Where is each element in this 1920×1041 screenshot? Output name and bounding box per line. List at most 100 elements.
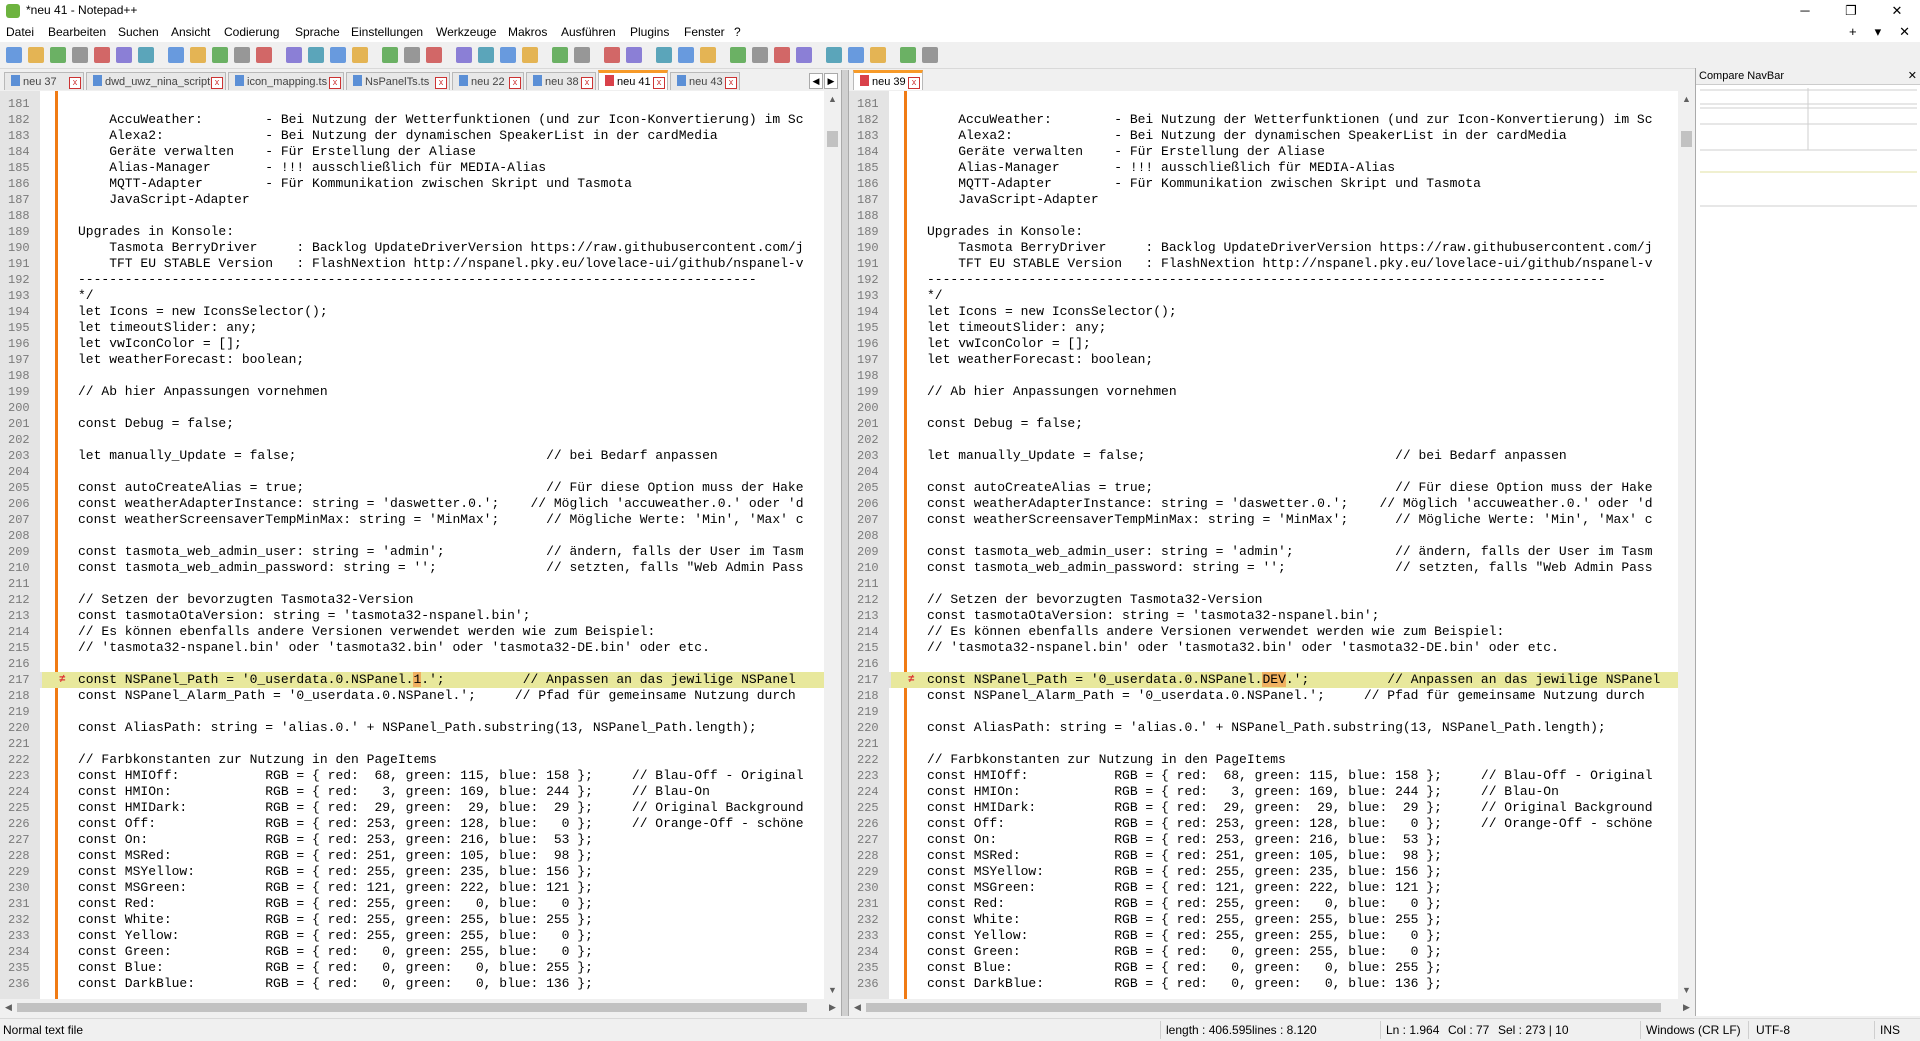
- scroll-down-icon[interactable]: ▼: [1678, 982, 1695, 999]
- code-line[interactable]: 219: [0, 704, 824, 720]
- left-vertical-scrollbar[interactable]: ▲ ▼: [824, 91, 841, 999]
- code-line[interactable]: 184 Geräte verwalten - Für Erstellung de…: [0, 144, 824, 160]
- tab-close-icon[interactable]: x: [509, 77, 521, 89]
- close-tab-button[interactable]: ✕: [1899, 24, 1910, 40]
- scroll-up-icon[interactable]: ▲: [824, 91, 841, 108]
- scroll-thumb[interactable]: [17, 1003, 807, 1012]
- code-line[interactable]: 216: [849, 656, 1678, 672]
- code-line[interactable]: 210 const tasmota_web_admin_password: str…: [849, 560, 1678, 576]
- status-eol[interactable]: Windows (CR LF): [1646, 1023, 1741, 1037]
- code-line[interactable]: 200: [0, 400, 824, 416]
- code-line[interactable]: 208: [0, 528, 824, 544]
- menu-sprache[interactable]: Sprache: [295, 25, 340, 39]
- compare-navbar-close-icon[interactable]: ✕: [1908, 68, 1917, 84]
- menu-help[interactable]: ?: [734, 25, 741, 39]
- find-icon[interactable]: [286, 47, 302, 63]
- tab-close-icon[interactable]: x: [211, 77, 223, 89]
- close-icon[interactable]: [94, 47, 110, 63]
- diff-line[interactable]: 217 ≠ const NSPanel_Path = '0_userdata.0.N…: [849, 672, 1678, 688]
- code-line[interactable]: 200: [849, 400, 1678, 416]
- code-line[interactable]: 235 const Blue: RGB = { red: 0, green: 0,…: [849, 960, 1678, 976]
- code-line[interactable]: 201 const Debug = false;: [0, 416, 824, 432]
- left-editor[interactable]: 181 182 AccuWeather: - Bei Nutzung der We…: [0, 91, 824, 999]
- folder-workspace-icon[interactable]: [552, 47, 568, 63]
- new-file-icon[interactable]: [6, 47, 22, 63]
- diff-line[interactable]: 217 ≠ const NSPanel_Path = '0_userdata.0.N…: [0, 672, 824, 688]
- scroll-right-icon[interactable]: ▶: [1678, 999, 1695, 1016]
- tab-close-icon[interactable]: x: [653, 77, 665, 89]
- code-line[interactable]: 208: [849, 528, 1678, 544]
- code-line[interactable]: 220 const AliasPath: string = 'alias.0.' …: [849, 720, 1678, 736]
- tab-scroll-left-icon[interactable]: ◀: [809, 73, 823, 89]
- code-line[interactable]: 181: [849, 96, 1678, 112]
- record-macro-icon[interactable]: [604, 47, 620, 63]
- scroll-thumb[interactable]: [866, 1003, 1661, 1012]
- undo-icon[interactable]: [234, 47, 250, 63]
- menu-einstellungen[interactable]: Einstellungen: [351, 25, 423, 39]
- code-line[interactable]: 214 // Es können ebenfalls andere Version…: [0, 624, 824, 640]
- code-line[interactable]: 196 let vwIconColor = [];: [849, 336, 1678, 352]
- code-line[interactable]: 219: [849, 704, 1678, 720]
- tab-scroll-right-icon[interactable]: ▶: [824, 73, 838, 89]
- code-line[interactable]: 203 let manually_Update = false; // bei B…: [849, 448, 1678, 464]
- code-line[interactable]: 224 const HMIOn: RGB = { red: 3, green: 1…: [0, 784, 824, 800]
- code-line[interactable]: 185 Alias-Manager - !!! ausschließlich f…: [0, 160, 824, 176]
- code-line[interactable]: 209 const tasmota_web_admin_user: string …: [0, 544, 824, 560]
- code-line[interactable]: 231 const Red: RGB = { red: 255, green: 0…: [849, 896, 1678, 912]
- code-line[interactable]: 205 const autoCreateAlias = true; // Für …: [849, 480, 1678, 496]
- right-editor[interactable]: 181 182 AccuWeather: - Bei Nutzung der We…: [849, 91, 1678, 999]
- code-line[interactable]: 233 const Yellow: RGB = { red: 255, green…: [849, 928, 1678, 944]
- compare-diff-icon[interactable]: [870, 47, 886, 63]
- code-line[interactable]: 235 const Blue: RGB = { red: 0, green: 0,…: [0, 960, 824, 976]
- save-all-icon[interactable]: [72, 47, 88, 63]
- menu-fenster[interactable]: Fenster: [684, 25, 725, 39]
- code-line[interactable]: 221: [0, 736, 824, 752]
- code-line[interactable]: 186 MQTT-Adapter - Für Kommunikation zwi…: [0, 176, 824, 192]
- code-line[interactable]: 214 // Es können ebenfalls andere Version…: [849, 624, 1678, 640]
- tab-close-icon[interactable]: x: [435, 77, 447, 89]
- code-line[interactable]: 212 // Setzen der bevorzugten Tasmota32-V…: [849, 592, 1678, 608]
- menu-datei[interactable]: Datei: [6, 25, 34, 39]
- code-line[interactable]: 218 const NSPanel_Alarm_Path = '0_userdat…: [849, 688, 1678, 704]
- code-line[interactable]: 187 JavaScript-Adapter: [0, 192, 824, 208]
- code-line[interactable]: 226 const Off: RGB = { red: 253, green: 1…: [0, 816, 824, 832]
- code-line[interactable]: 194 let Icons = new IconsSelector();: [0, 304, 824, 320]
- code-line[interactable]: 202: [849, 432, 1678, 448]
- status-insert-mode[interactable]: INS: [1880, 1023, 1900, 1037]
- replace-icon[interactable]: [308, 47, 324, 63]
- code-line[interactable]: 202: [0, 432, 824, 448]
- code-line[interactable]: 227 const On: RGB = { red: 253, green: 21…: [0, 832, 824, 848]
- print-icon[interactable]: [138, 47, 154, 63]
- code-line[interactable]: 224 const HMIOn: RGB = { red: 3, green: 1…: [849, 784, 1678, 800]
- code-line[interactable]: 230 const MSGreen: RGB = { red: 121, gree…: [849, 880, 1678, 896]
- code-line[interactable]: 199 // Ab hier Anpassungen vornehmen: [0, 384, 824, 400]
- tab-icon-mapping[interactable]: icon_mapping.ts x: [228, 72, 344, 90]
- zoom-in-icon[interactable]: [330, 47, 346, 63]
- scroll-up-icon[interactable]: ▲: [1678, 91, 1695, 108]
- code-line[interactable]: 199 // Ab hier Anpassungen vornehmen: [849, 384, 1678, 400]
- code-line[interactable]: 221: [849, 736, 1678, 752]
- sync-vertical-icon[interactable]: [382, 47, 398, 63]
- tab-close-icon[interactable]: x: [725, 77, 737, 89]
- run-macro-icon[interactable]: [678, 47, 694, 63]
- new-tab-button[interactable]: +: [1849, 24, 1857, 40]
- code-line[interactable]: 188: [849, 208, 1678, 224]
- compare-map[interactable]: [1700, 88, 1917, 208]
- code-line[interactable]: 197 let weatherForecast: boolean;: [849, 352, 1678, 368]
- code-line[interactable]: 223 const HMIOff: RGB = { red: 68, green:…: [0, 768, 824, 784]
- tab-neu-22[interactable]: neu 22 x: [452, 72, 524, 90]
- code-line[interactable]: 190 Tasmota BerryDriver : Backlog Update…: [0, 240, 824, 256]
- minimize-button[interactable]: ─: [1782, 0, 1828, 22]
- code-line[interactable]: 215 // 'tasmota32-nspanel.bin' oder 'tasm…: [849, 640, 1678, 656]
- save-icon[interactable]: [50, 47, 66, 63]
- tab-neu-39[interactable]: neu 39 x: [853, 70, 923, 90]
- scroll-left-icon[interactable]: ◀: [849, 999, 866, 1016]
- code-line[interactable]: 207 const weatherScreensaverTempMinMax: s…: [0, 512, 824, 528]
- tab-close-icon[interactable]: x: [581, 77, 593, 89]
- code-line[interactable]: 201 const Debug = false;: [849, 416, 1678, 432]
- right-horizontal-scrollbar[interactable]: ◀ ▶: [849, 999, 1695, 1016]
- menu-codierung[interactable]: Codierung: [224, 25, 279, 39]
- code-line[interactable]: 228 const MSRed: RGB = { red: 251, green:…: [0, 848, 824, 864]
- code-line[interactable]: 222 // Farbkonstanten zur Nutzung in den …: [0, 752, 824, 768]
- tab-nspanelts[interactable]: NsPanelTs.ts x: [346, 72, 450, 90]
